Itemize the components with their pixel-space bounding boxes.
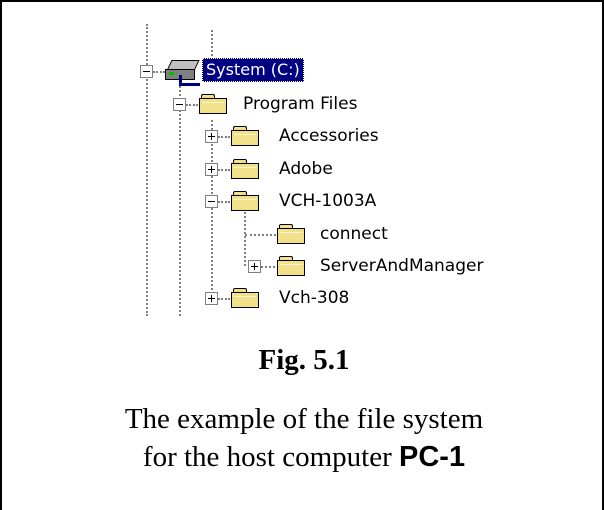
folder-icon [231,159,261,181]
folder-icon [231,288,261,310]
caption-host-name: PC-1 [399,441,466,473]
tree-item-serverandmanager[interactable]: ServerAndManager [320,255,483,277]
tree-connector [218,136,230,138]
folder-icon [277,256,307,278]
collapse-toggle-vch-1003a[interactable] [205,195,218,208]
tree-connector [218,169,230,171]
folder-icon [199,94,229,116]
tree-item-adobe[interactable]: Adobe [279,158,333,180]
collapse-toggle-program-files[interactable] [173,98,186,111]
figure-number: Fig. 5.1 [258,344,350,376]
expand-toggle-accessories[interactable] [205,130,218,143]
expand-toggle-serverandmanager[interactable] [248,260,261,273]
figure-caption: The example of the file system for the h… [2,400,604,476]
tree-connector [218,298,230,300]
tree-connector [218,201,230,203]
tree-item-system-c[interactable]: System (C:) [202,58,304,82]
folder-icon [231,126,261,148]
tree-item-program-files[interactable]: Program Files [243,93,357,115]
tree-item-vch-1003a[interactable]: VCH-1003A [279,190,376,212]
expand-toggle-vch-308[interactable] [205,292,218,305]
tree-guide-vch [244,212,246,266]
network-drive-icon [165,57,201,86]
tree-connector [261,266,275,268]
tree-connector [153,71,165,73]
folder-icon [231,191,261,213]
caption-line-2-text: for the host computer [142,441,400,473]
caption-line-2: for the host computer PC-1 [2,438,604,476]
folder-icon [277,224,307,246]
file-tree: System (C:) Program Files Accessories Ad… [2,2,604,322]
tree-guide-program-files [211,120,213,298]
tree-item-connect[interactable]: connect [320,223,388,245]
tree-guide-root [179,82,181,316]
tree-item-vch-308[interactable]: Vch-308 [279,287,349,309]
tree-connector [245,234,276,236]
tree-item-accessories[interactable]: Accessories [279,125,379,147]
collapse-toggle-root[interactable] [140,65,153,78]
caption-line-1: The example of the file system [124,403,484,435]
tree-connector [186,104,198,106]
figure-frame: System (C:) Program Files Accessories Ad… [0,0,604,510]
expand-toggle-adobe[interactable] [205,163,218,176]
